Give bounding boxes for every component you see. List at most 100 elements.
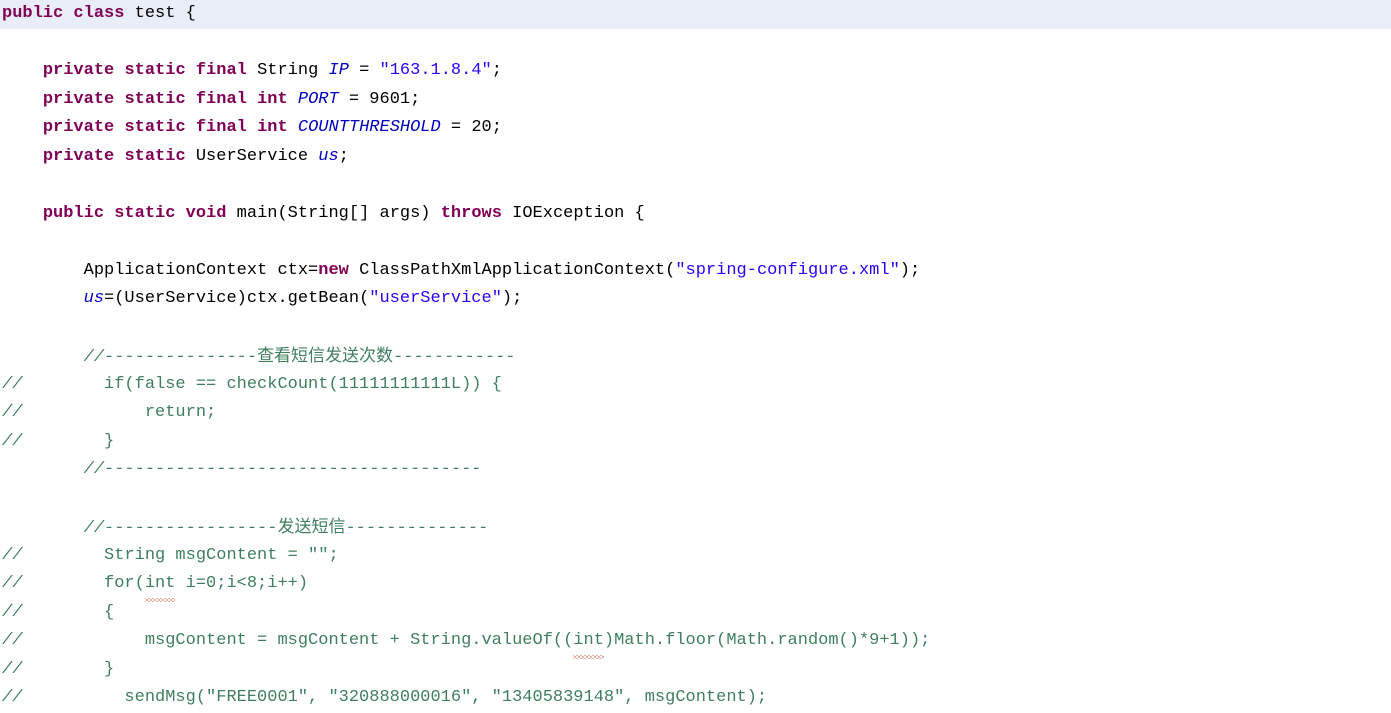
code-token: ApplicationContext ctx= [2,260,319,280]
code-token: ); [501,289,523,308]
line-commented-for[interactable]: // for(int i=0;i<8;i++) [0,570,1391,601]
code-token: "spring-configure.xml" [675,260,900,280]
code-token: // [2,602,23,622]
line-blank-3[interactable] [0,228,1391,257]
line-field-ip[interactable]: private static final String IP = "163.1.… [0,57,1391,86]
code-token: private [42,146,115,166]
line-main-signature[interactable]: public static void main(String[] args) t… [0,200,1391,229]
code-token: // [2,688,23,707]
line-getbean[interactable]: us=(UserService)ctx.getBean("userService… [0,285,1391,314]
code-token: ); [899,260,921,280]
line-commented-openbrace[interactable]: // { [0,599,1391,628]
line-comment-divider-1[interactable]: //------------------------------------- [0,456,1391,485]
code-token: IP [328,61,349,80]
line-field-port[interactable]: private static final int PORT = 9601; [0,86,1391,115]
code-token: public [42,203,105,223]
line-comment-send-msg[interactable]: //-----------------发送短信-------------- [0,513,1391,542]
code-token: static [124,89,186,109]
code-token: 发送短信 [277,517,346,537]
line-blank-2[interactable] [0,171,1391,200]
line-blank-1[interactable] [0,29,1391,58]
code-token: = 9601; [338,89,421,109]
code-token: String msgContent = ""; [22,545,339,565]
code-token: // [2,545,23,565]
code-token: IOException { [501,203,645,223]
line-commented-msgcontent-assign[interactable]: // msgContent = msgContent + String.valu… [0,627,1391,658]
code-token: if(false == checkCount(11111111111L)) { [22,374,502,394]
line-commented-if[interactable]: // if(false == checkCount(11111111111L))… [0,371,1391,400]
line-appctx[interactable]: ApplicationContext ctx=new ClassPathXmlA… [0,257,1391,286]
code-token: sendMsg("FREE0001", "320888000016", "134… [22,688,768,707]
code-token: // [2,403,23,422]
line-class-decl[interactable]: public class test { [0,0,1391,29]
line-commented-return[interactable]: // return; [0,399,1391,428]
code-token: private [42,89,115,109]
code-token: void [185,203,227,223]
code-token: COUNTTHRESHOLD [297,118,441,137]
code-token: = 20; [440,118,502,137]
code-token: private [42,118,115,137]
line-field-us[interactable]: private static UserService us; [0,143,1391,172]
code-token: class [73,4,125,23]
code-token: -------------- [345,519,489,538]
code-token: new [318,260,349,280]
line-commented-closebrace-2[interactable]: // } [0,656,1391,685]
code-token: { [22,602,115,622]
code-token: // [2,574,23,593]
code-token: 查看短信发送次数 [257,346,394,366]
code-token: //--------------- [83,348,258,367]
code-token: ; [338,146,349,166]
code-token: "userService" [369,289,502,308]
code-token: PORT [297,89,339,109]
code-token: ------------ [393,348,516,367]
line-blank-5[interactable] [0,485,1391,514]
code-token: final [195,61,247,80]
line-field-countthreshold[interactable]: private static final int COUNTTHRESHOLD … [0,114,1391,143]
code-token: us [83,289,105,308]
code-token: final [195,118,247,137]
code-token: i=0;i<8;i++) [175,574,309,593]
code-token: "163.1.8.4" [379,61,492,80]
code-token: int [573,627,604,658]
code-token: final [195,89,247,109]
line-comment-check-count[interactable]: //---------------查看短信发送次数------------ [0,342,1391,371]
code-token: //------------------------------------- [83,460,482,479]
code-token: test { [124,4,196,23]
code-token: int [257,89,288,109]
code-token: private [42,61,115,80]
code-token: } [22,431,115,451]
code-token: static [114,203,176,223]
code-token: } [22,659,115,679]
line-commented-sendmsg[interactable]: // sendMsg("FREE0001", "320888000016", "… [0,684,1391,713]
line-commented-closebrace[interactable]: // } [0,428,1391,457]
code-token: throws [440,203,502,223]
code-token: us [318,146,339,166]
code-token: // [2,431,23,451]
code-token: String [246,61,329,80]
line-commented-msgcontent-decl[interactable]: // String msgContent = ""; [0,542,1391,571]
line-blank-4[interactable] [0,314,1391,343]
code-token: ClassPathXmlApplicationContext( [348,260,676,280]
code-editor-pane[interactable]: public class test { private static final… [0,0,1391,707]
code-token: // [2,631,23,650]
code-token: for( [22,574,145,593]
code-token: static [124,61,186,80]
code-token: = [348,61,380,80]
